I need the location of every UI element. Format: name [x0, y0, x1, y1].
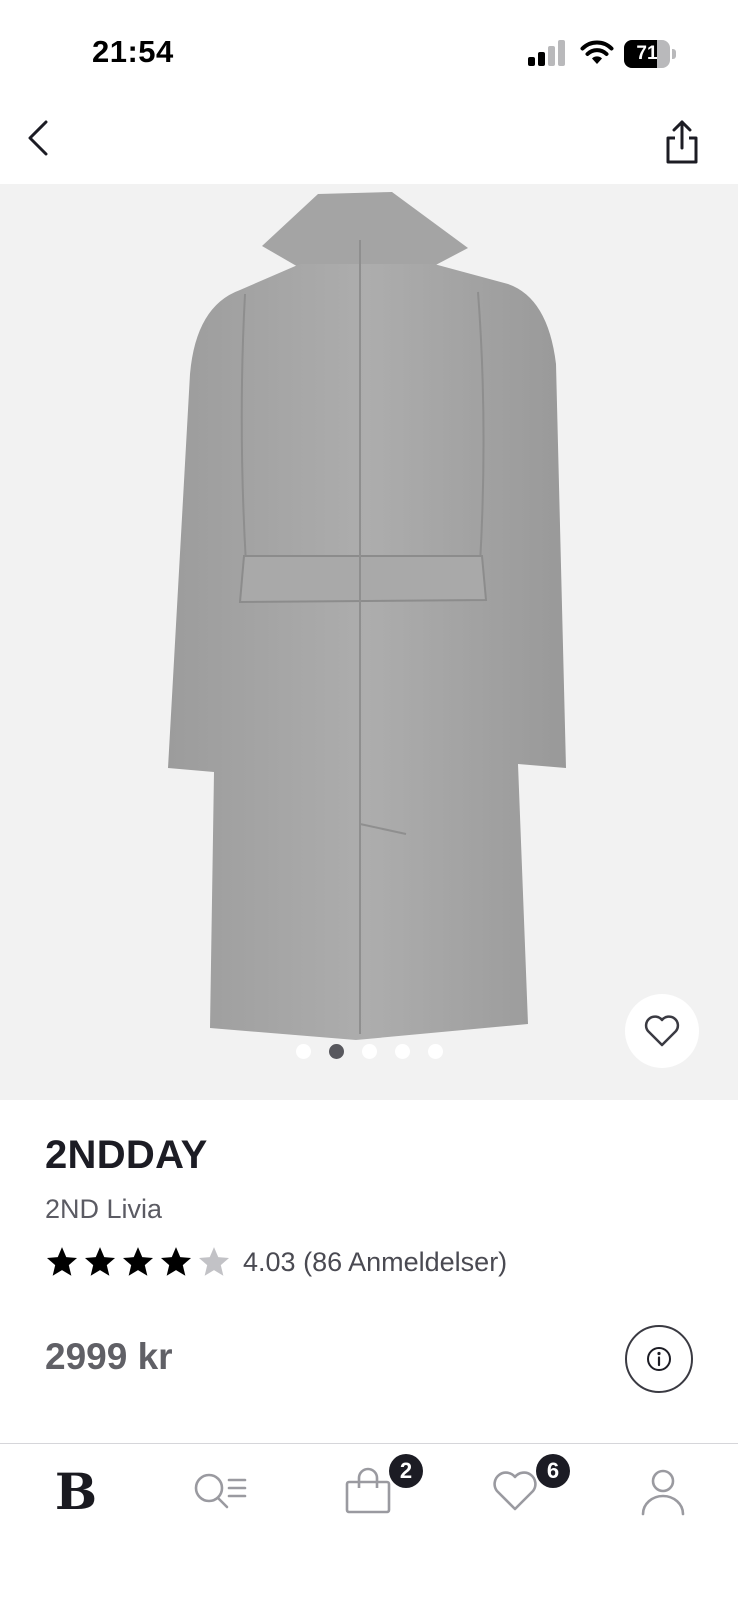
profile-icon [641, 1469, 685, 1516]
status-time: 21:54 [92, 34, 174, 69]
tab-profile[interactable] [623, 1455, 703, 1527]
star-filled-icon [160, 1247, 192, 1276]
info-icon [647, 1347, 671, 1371]
wishlist-button[interactable] [625, 994, 699, 1068]
search-list-icon [194, 1473, 247, 1509]
tab-search[interactable] [180, 1455, 260, 1527]
heart-icon [493, 1471, 537, 1511]
bag-count-badge: 2 [389, 1454, 423, 1488]
rating-stars [45, 1245, 235, 1279]
pagination-dot[interactable] [361, 1044, 377, 1059]
battery-level: 71 [636, 43, 658, 64]
product-image-gallery[interactable] [0, 184, 738, 1100]
product-brand[interactable]: 2NDDAY [45, 1133, 208, 1178]
image-pagination-dots [0, 1044, 738, 1060]
star-filled-icon [84, 1247, 116, 1276]
back-button[interactable] [20, 116, 60, 160]
share-icon [666, 120, 698, 164]
star-filled-icon [122, 1247, 154, 1276]
pagination-dot[interactable] [427, 1044, 443, 1059]
shopping-bag-icon [345, 1467, 391, 1514]
tab-home[interactable]: B [36, 1455, 116, 1527]
review-count: (86 Anmeldelser) [303, 1246, 508, 1277]
price-info-button[interactable] [625, 1325, 693, 1393]
status-bar: 21:54 71 [0, 0, 738, 110]
pagination-dot[interactable] [394, 1044, 410, 1059]
product-photo-coat [168, 192, 566, 1040]
wifi-icon [580, 40, 614, 64]
battery-icon: 71 [624, 40, 676, 68]
product-price: 2999 kr [45, 1336, 173, 1377]
heart-outline-icon [644, 1015, 680, 1047]
share-button[interactable] [662, 118, 702, 166]
chevron-left-icon [28, 120, 48, 156]
star-filled-icon [46, 1247, 78, 1276]
star-empty-icon [198, 1247, 230, 1276]
cellular-signal-icon [528, 40, 565, 66]
rating-text: 4.03 (86 Anmeldelser) [243, 1247, 507, 1278]
product-name: 2ND Livia [45, 1194, 163, 1224]
pagination-dot[interactable] [328, 1044, 344, 1059]
favorites-count-badge: 6 [536, 1454, 570, 1488]
rating-value: 4.03 [243, 1246, 296, 1277]
product-rating[interactable]: 4.03 (86 Anmeldelser) [45, 1242, 507, 1282]
pagination-dot[interactable] [295, 1044, 311, 1059]
logo-b-icon: B [54, 1461, 98, 1521]
